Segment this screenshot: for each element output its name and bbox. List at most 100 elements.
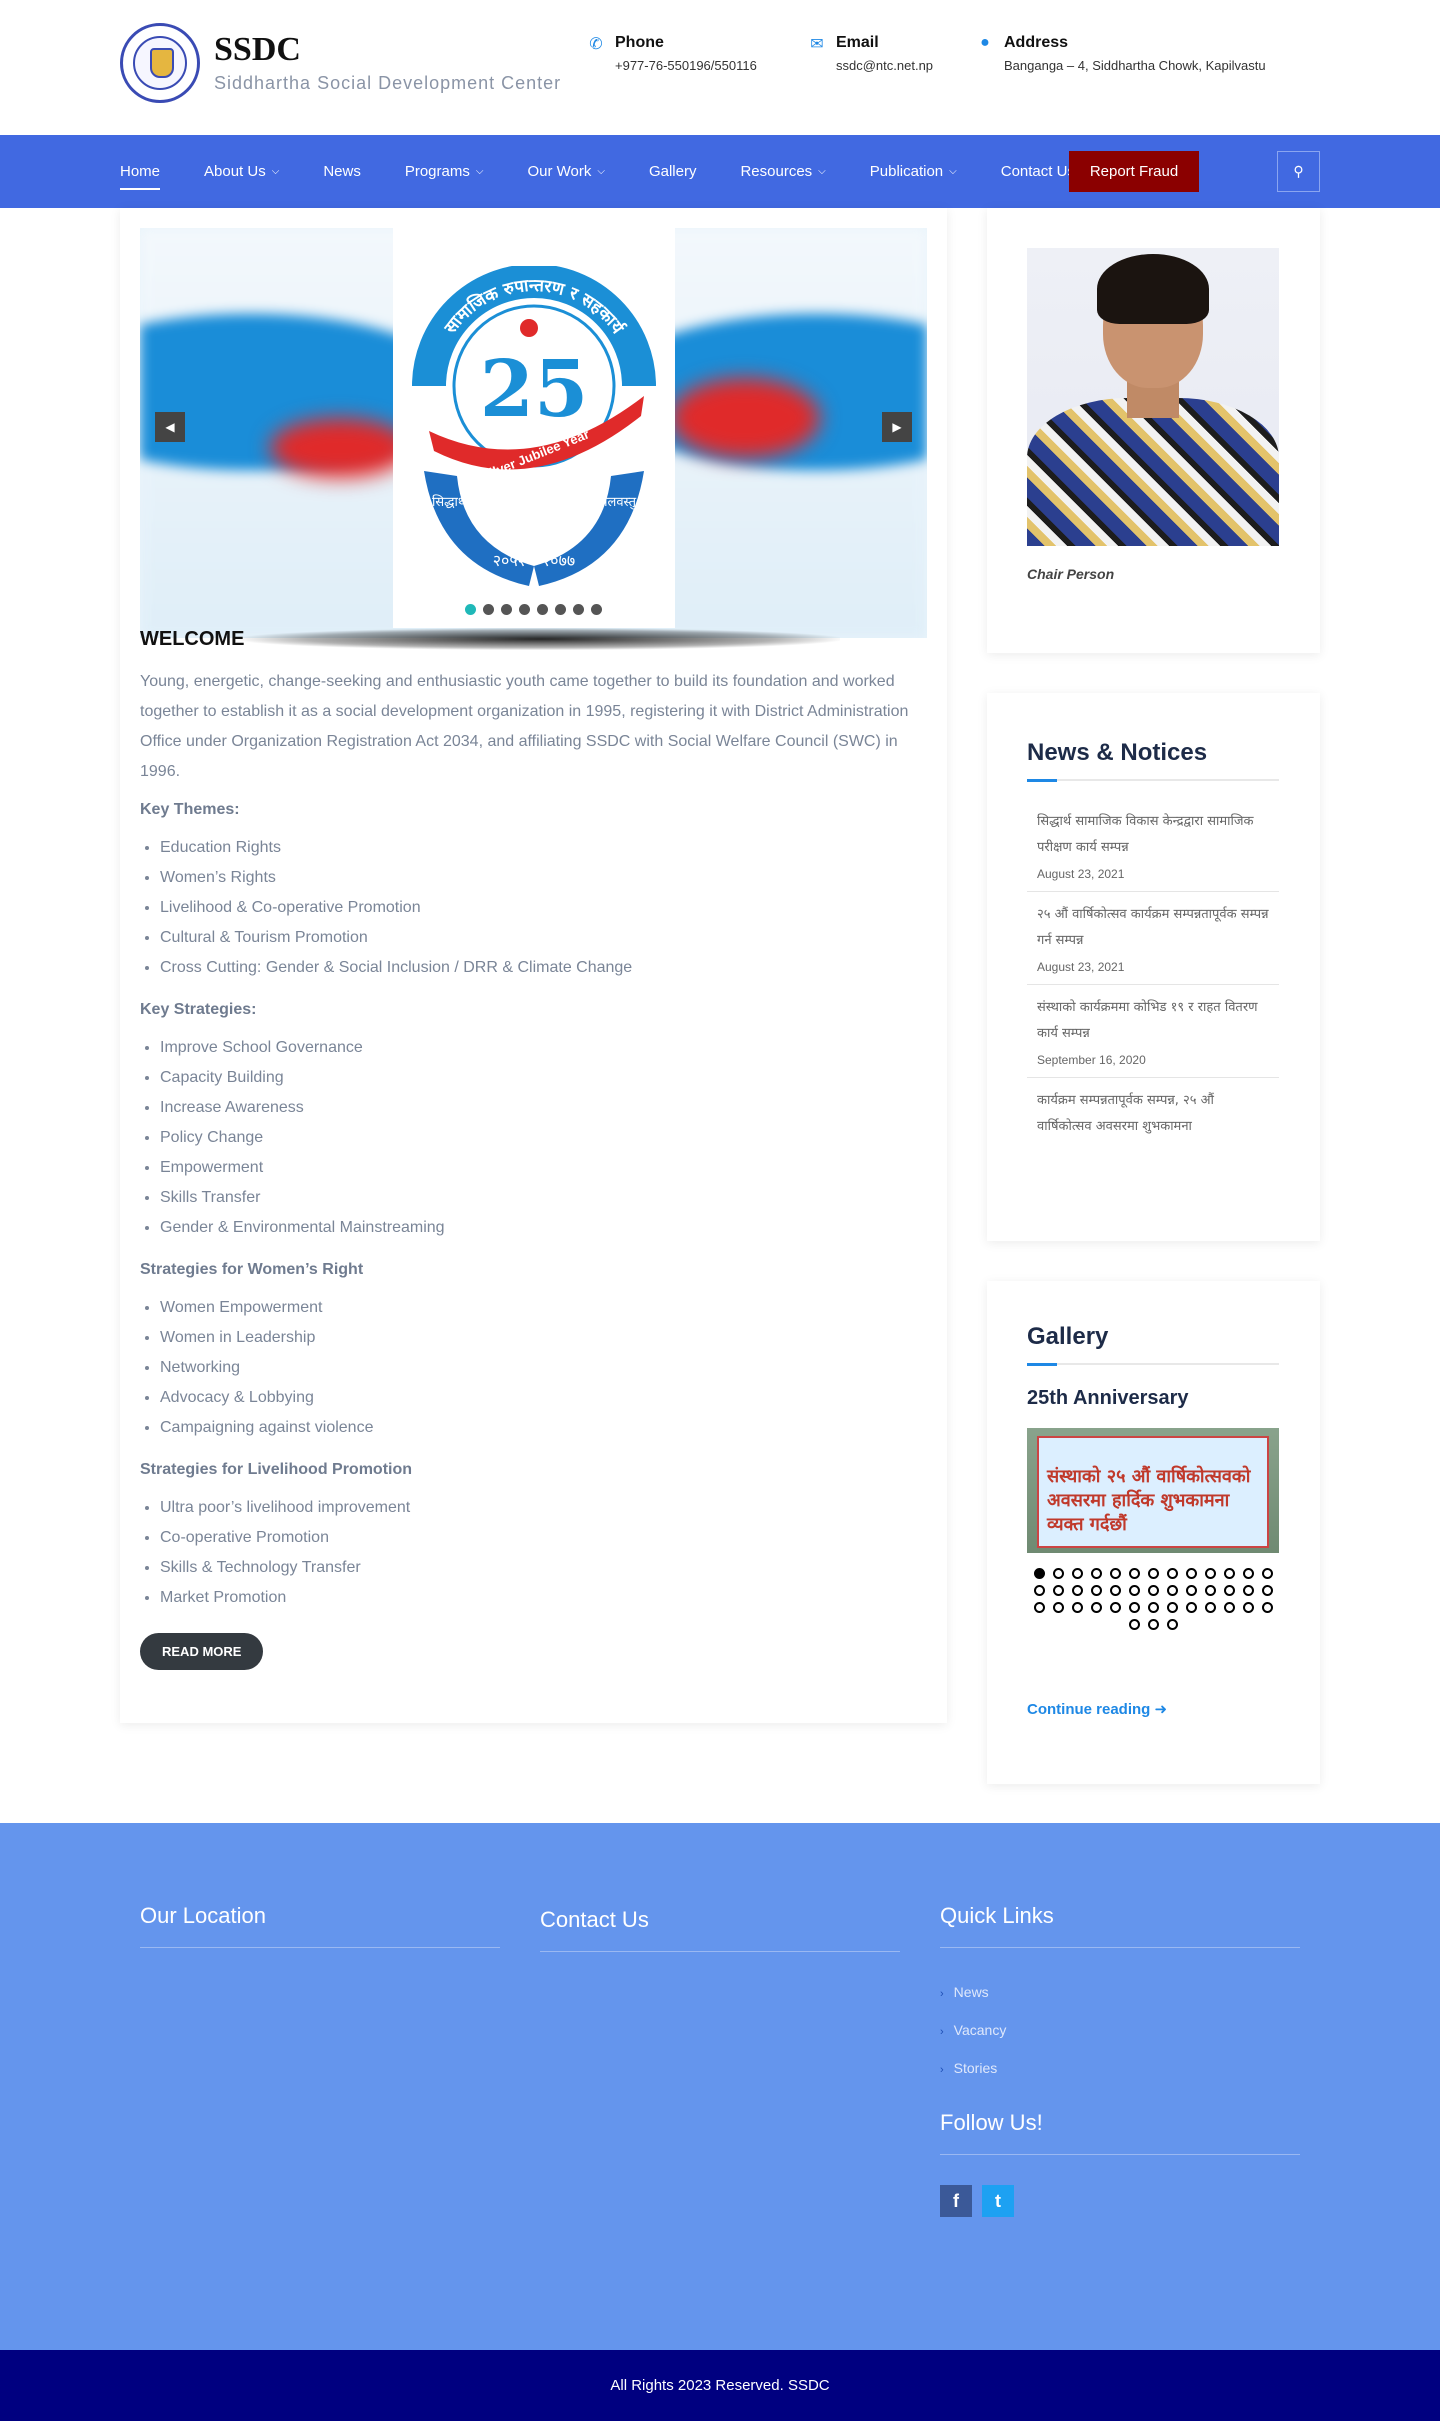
gallery-dot[interactable]: [1128, 1585, 1140, 1596]
gallery-dot[interactable]: [1052, 1602, 1064, 1613]
gallery-dot[interactable]: [1185, 1602, 1197, 1613]
gallery-dot[interactable]: [1166, 1585, 1178, 1596]
gallery-dot[interactable]: [1128, 1619, 1140, 1630]
quick-link-news[interactable]: › News: [940, 1974, 1300, 2012]
gallery-dot[interactable]: [1128, 1602, 1140, 1613]
news-item-date: August 23, 2021: [1037, 867, 1125, 881]
slider-dot[interactable]: [537, 604, 548, 615]
gallery-dot[interactable]: [1090, 1568, 1102, 1579]
site-title[interactable]: SSDC: [214, 32, 561, 67]
search-button[interactable]: ⚲: [1277, 151, 1320, 192]
gallery-dot[interactable]: [1071, 1602, 1083, 1613]
nav-item-publication[interactable]: Publication ⌵: [870, 163, 957, 180]
chevron-down-icon: ⌵: [475, 166, 484, 177]
phone-icon: ✆: [589, 36, 603, 53]
ssdc-logo[interactable]: [120, 23, 200, 103]
nav-item-our-work[interactable]: Our Work ⌵: [527, 163, 605, 180]
chevron-right-icon: ›: [940, 1988, 944, 2000]
footer-location: Our Location: [140, 1903, 500, 1948]
gallery-dot[interactable]: [1071, 1568, 1083, 1579]
gallery-dot[interactable]: [1109, 1568, 1121, 1579]
gallery-dot[interactable]: [1204, 1602, 1216, 1613]
gallery-dot[interactable]: [1223, 1602, 1235, 1613]
gallery-dot[interactable]: [1033, 1568, 1045, 1579]
main-navigation: Home About Us ⌵ News Programs ⌵ Our Work ⌵ Galle…: [0, 135, 1440, 208]
quick-link-vacancy[interactable]: › Vacancy: [940, 2012, 1300, 2050]
read-more-button[interactable]: READ MORE: [140, 1633, 264, 1670]
news-item[interactable]: संस्थाको कार्यक्रममा कोभिड १९ र राहत वित…: [1027, 985, 1279, 1078]
gallery-dot[interactable]: [1204, 1568, 1216, 1579]
gallery-widget: Gallery 25th Anniversary संस्थाको २५ औं …: [987, 1281, 1320, 1784]
silver-jubilee-emblem: सामाजिक रुपान्तरण र सहकार्य 25 Silver Ju…: [412, 266, 656, 586]
gallery-dot[interactable]: [1071, 1585, 1083, 1596]
gallery-album-title[interactable]: 25th Anniversary: [1027, 1387, 1189, 1410]
news-item-title[interactable]: कार्यक्रम सम्पन्नतापूर्वक सम्पन्न, २५ औं…: [1037, 1088, 1269, 1140]
slider-dot[interactable]: [501, 604, 512, 615]
news-item[interactable]: २५ औं वार्षिकोत्सव कार्यक्रम सम्पन्नतापू…: [1027, 892, 1279, 985]
nav-item-contact-us[interactable]: Contact Us: [1001, 163, 1075, 180]
nav-item-programs[interactable]: Programs ⌵: [405, 163, 484, 180]
slider-dot[interactable]: [483, 604, 494, 615]
gallery-dot[interactable]: [1090, 1585, 1102, 1596]
gallery-dot[interactable]: [1128, 1568, 1140, 1579]
gallery-dot[interactable]: [1147, 1619, 1159, 1630]
gallery-dot[interactable]: [1185, 1585, 1197, 1596]
gallery-dot[interactable]: [1052, 1585, 1064, 1596]
news-item-title[interactable]: सिद्धार्थ सामाजिक विकास केन्द्रद्वारा सा…: [1037, 809, 1269, 861]
gallery-dot[interactable]: [1147, 1602, 1159, 1613]
slider-dot[interactable]: [573, 604, 584, 615]
gallery-dot[interactable]: [1223, 1585, 1235, 1596]
nav-item-label: News: [323, 163, 361, 180]
gallery-dot[interactable]: [1033, 1602, 1045, 1613]
list-item: Women Empowerment: [160, 1293, 927, 1323]
twitter-icon[interactable]: t: [982, 2185, 1014, 2217]
slider-dot[interactable]: [465, 604, 476, 615]
nav-item-news[interactable]: News: [323, 163, 361, 180]
slider-next-button[interactable]: ▶: [882, 412, 912, 442]
slider-dot[interactable]: [555, 604, 566, 615]
gallery-dot[interactable]: [1223, 1568, 1235, 1579]
gallery-dot[interactable]: [1185, 1568, 1197, 1579]
report-fraud-button[interactable]: Report Fraud: [1069, 151, 1199, 192]
site-header: SSDC Siddhartha Social Development Cente…: [0, 0, 1440, 135]
gallery-dot[interactable]: [1242, 1602, 1254, 1613]
continue-reading-link[interactable]: Continue reading ➜: [1027, 1700, 1167, 1718]
gallery-dot[interactable]: [1090, 1602, 1102, 1613]
gallery-dot[interactable]: [1166, 1619, 1178, 1630]
gallery-dot[interactable]: [1242, 1585, 1254, 1596]
nav-item-label: Gallery: [648, 163, 697, 180]
gallery-dot[interactable]: [1261, 1568, 1273, 1579]
list-item: Skills & Technology Transfer: [160, 1553, 927, 1583]
gallery-dot[interactable]: [1166, 1602, 1178, 1613]
email-value[interactable]: ssdc@ntc.net.np: [836, 58, 933, 73]
nav-item-label: Home: [120, 163, 161, 180]
gallery-dot[interactable]: [1052, 1568, 1064, 1579]
slider-dot[interactable]: [591, 604, 602, 615]
news-item-title[interactable]: संस्थाको कार्यक्रममा कोभिड १९ र राहत वित…: [1037, 995, 1269, 1047]
gallery-dot[interactable]: [1204, 1585, 1216, 1596]
facebook-icon[interactable]: f: [940, 2185, 972, 2217]
quick-link-stories[interactable]: › Stories: [940, 2050, 1300, 2088]
nav-item-about-us[interactable]: About Us ⌵: [204, 163, 279, 180]
slider-dot[interactable]: [519, 604, 530, 615]
nav-item-resources[interactable]: Resources ⌵: [740, 163, 825, 180]
slider-prev-button[interactable]: ◀: [155, 412, 185, 442]
gallery-dot[interactable]: [1033, 1585, 1045, 1596]
brand[interactable]: SSDC Siddhartha Social Development Cente…: [120, 23, 561, 103]
nav-item-gallery[interactable]: Gallery: [649, 163, 697, 180]
gallery-dot[interactable]: [1261, 1602, 1273, 1613]
nav-item-home[interactable]: Home: [120, 163, 161, 190]
news-item[interactable]: कार्यक्रम सम्पन्नतापूर्वक सम्पन्न, २५ औं…: [1027, 1078, 1279, 1150]
gallery-dot[interactable]: [1109, 1585, 1121, 1596]
nav-item-label: Our Work: [527, 163, 592, 180]
gallery-dot[interactable]: [1109, 1602, 1121, 1613]
gallery-dot[interactable]: [1147, 1585, 1159, 1596]
news-item-title[interactable]: २५ औं वार्षिकोत्सव कार्यक्रम सम्पन्नतापू…: [1037, 902, 1269, 954]
list-item: Improve School Governance: [160, 1033, 927, 1063]
gallery-dot[interactable]: [1261, 1585, 1273, 1596]
gallery-dot[interactable]: [1147, 1568, 1159, 1579]
gallery-dot[interactable]: [1242, 1568, 1254, 1579]
gallery-dot[interactable]: [1166, 1568, 1178, 1579]
gallery-image[interactable]: संस्थाको २५ औं वार्षिकोत्सवको अवसरमा हार…: [1027, 1428, 1279, 1553]
news-item[interactable]: सिद्धार्थ सामाजिक विकास केन्द्रद्वारा सा…: [1027, 799, 1279, 892]
